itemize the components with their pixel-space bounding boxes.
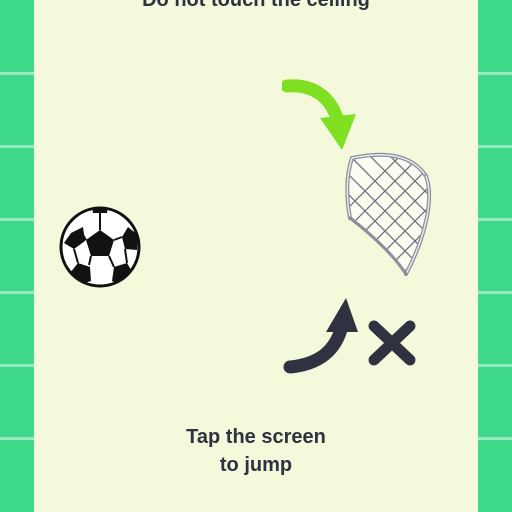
tap-instruction-line-1: Tap the screen (186, 426, 326, 448)
game-screen[interactable]: Do not touch the ceiling Tap the screen … (0, 0, 512, 512)
tap-instruction-line-2: to jump (219, 454, 293, 476)
soccer-ball-icon (59, 206, 141, 288)
right-wall (478, 0, 512, 512)
cross-icon (368, 320, 416, 366)
ceiling-warning-text: Do not touch the ceiling (142, 0, 370, 11)
curved-arrow-up-icon (283, 298, 358, 374)
goal-net-icon (345, 152, 432, 276)
curved-arrow-down-icon (282, 79, 356, 150)
tap-instruction-text: Tap the screen to jump (34, 423, 478, 479)
left-wall (0, 0, 34, 512)
